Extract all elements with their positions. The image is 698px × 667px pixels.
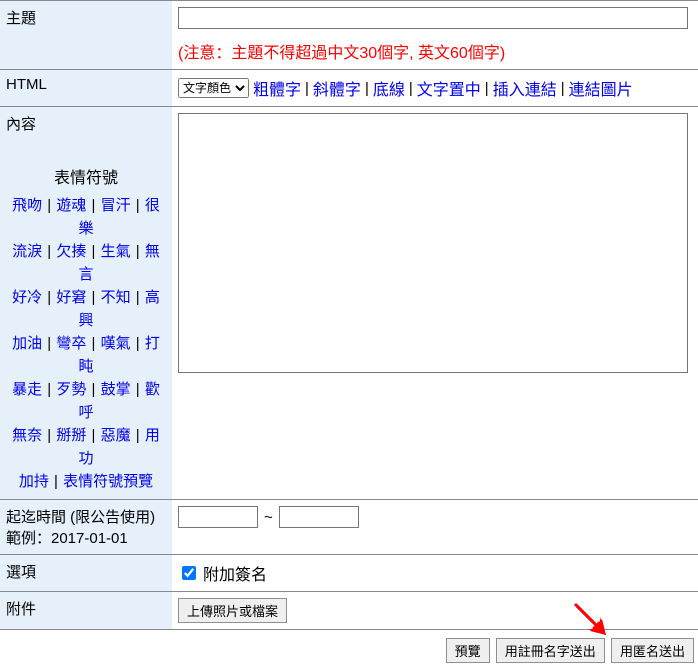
emoticon-header: 表情符號 [6, 164, 166, 188]
text-color-select[interactable]: 文字顏色 [178, 78, 249, 98]
emoticon-link[interactable]: 歹勢 [56, 381, 86, 398]
submit-anonymous-button[interactable]: 用匿名送出 [611, 638, 694, 663]
signature-checkbox[interactable] [182, 566, 196, 580]
emoticon-link[interactable]: 不知 [101, 289, 131, 306]
subject-note: (注意：主題不得超過中文30個字, 英文60個字) [178, 39, 692, 63]
emoticon-link[interactable]: 彎卒 [56, 335, 86, 352]
content-textarea[interactable] [178, 113, 688, 373]
subject-input[interactable] [178, 7, 688, 29]
emoticon-preview-link[interactable]: 表情符號預覽 [63, 473, 153, 490]
range-from-input[interactable] [178, 506, 258, 528]
emoticon-link[interactable]: 惡魔 [101, 427, 131, 444]
emoticon-link[interactable]: 加油 [12, 335, 42, 352]
preview-button[interactable]: 預覽 [446, 638, 490, 663]
emoticon-list: 飛吻 | 遊魂 | 冒汗 | 很樂流淚 | 欠揍 | 生氣 | 無言好冷 | 好… [6, 194, 166, 493]
submit-registered-button[interactable]: 用註冊名字送出 [496, 638, 605, 663]
underline-link[interactable]: 底線 [373, 76, 405, 100]
emoticon-link[interactable]: 加持 [19, 473, 49, 490]
label-options: 選項 [0, 555, 172, 592]
html-toolbar: 文字顏色 粗體字 | 斜體字 | 底線 | 文字置中 | 插入連結 | 連結圖片 [178, 76, 692, 100]
label-range: 起迄時間 (限公告使用) 範例：2017-01-01 [0, 500, 172, 555]
emoticon-link[interactable]: 好冷 [12, 289, 42, 306]
emoticon-link[interactable]: 嘆氣 [101, 335, 131, 352]
emoticon-link[interactable]: 好窘 [56, 289, 86, 306]
link-image-link[interactable]: 連結圖片 [569, 76, 633, 100]
submit-row: 預覽 用註冊名字送出 用匿名送出 [0, 629, 698, 667]
label-content: 內容 表情符號 飛吻 | 遊魂 | 冒汗 | 很樂流淚 | 欠揍 | 生氣 | … [0, 107, 172, 500]
center-link[interactable]: 文字置中 [417, 76, 481, 100]
label-subject: 主題 [0, 1, 172, 70]
emoticon-link[interactable]: 遊魂 [56, 197, 86, 214]
post-form: 主題 (注意：主題不得超過中文30個字, 英文60個字) HTML 文字顏色 粗… [0, 0, 698, 629]
bold-link[interactable]: 粗體字 [253, 76, 301, 100]
signature-label: 附加簽名 [203, 561, 267, 585]
label-attachment: 附件 [0, 592, 172, 630]
range-separator: ~ [264, 509, 273, 526]
emoticon-link[interactable]: 欠揍 [56, 243, 86, 260]
emoticon-link[interactable]: 掰掰 [56, 427, 86, 444]
upload-button[interactable]: 上傳照片或檔案 [178, 598, 287, 623]
emoticon-link[interactable]: 鼓掌 [101, 381, 131, 398]
emoticon-link[interactable]: 冒汗 [101, 197, 131, 214]
emoticon-link[interactable]: 飛吻 [12, 197, 42, 214]
emoticon-link[interactable]: 暴走 [12, 381, 42, 398]
emoticon-link[interactable]: 流淚 [12, 243, 42, 260]
italic-link[interactable]: 斜體字 [313, 76, 361, 100]
range-to-input[interactable] [279, 506, 359, 528]
emoticon-link[interactable]: 無奈 [12, 427, 42, 444]
label-html: HTML [0, 70, 172, 107]
insert-link-link[interactable]: 插入連結 [493, 76, 557, 100]
emoticon-link[interactable]: 生氣 [101, 243, 131, 260]
